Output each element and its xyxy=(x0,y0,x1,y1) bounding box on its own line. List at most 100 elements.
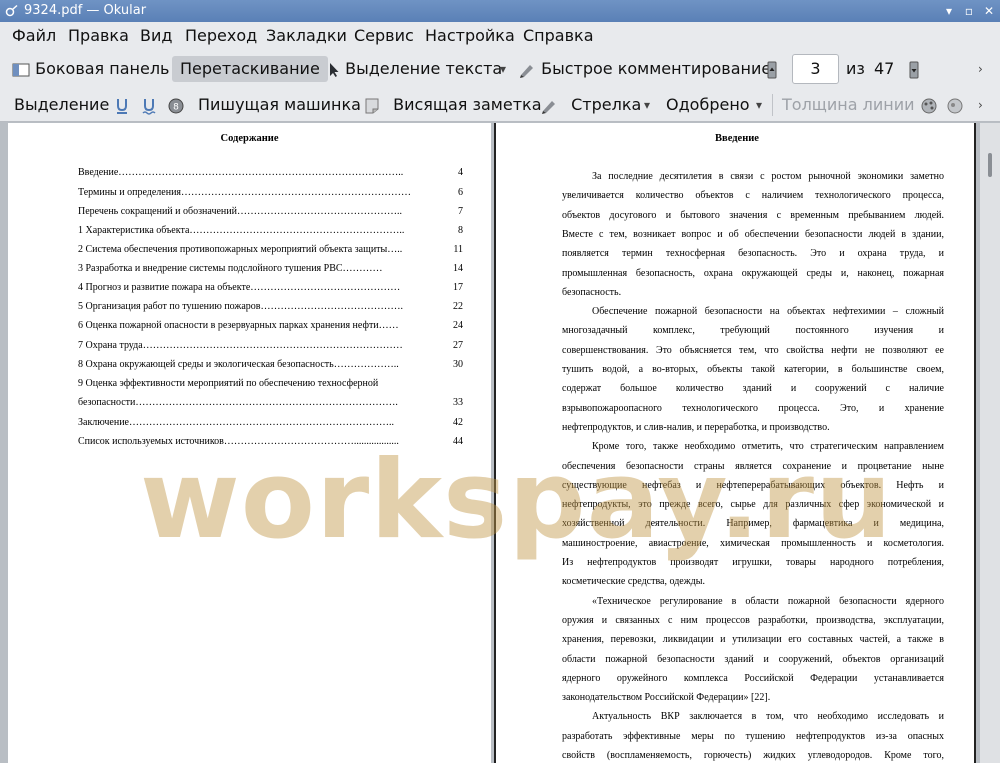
menu-bar: Файл Правка Вид Переход Закладки Сервис … xyxy=(0,22,1000,50)
vertical-scrollbar[interactable] xyxy=(980,123,1000,763)
toc-entry-title: 8 Охрана окружающей среды и экологическа… xyxy=(78,359,399,370)
toolbar-overflow-icon[interactable]: › xyxy=(978,56,983,82)
squiggle-tool-button[interactable] xyxy=(142,92,156,118)
menu-tools[interactable]: Сервис xyxy=(354,26,414,45)
title-bar: 9324.pdf — Okular ▾ ▫ ✕ xyxy=(0,0,1000,22)
text-line: Вместе с тем, возникает вопрос и об обес… xyxy=(562,228,944,240)
opacity-tool-button[interactable] xyxy=(946,92,964,118)
page-number-input[interactable]: 3 xyxy=(792,54,839,84)
menu-edit[interactable]: Правка xyxy=(68,26,129,45)
intro-heading: Введение xyxy=(715,133,759,144)
toc-entry-page: 8 xyxy=(458,225,463,236)
stamp-tool-button[interactable]: 8 xyxy=(167,92,185,118)
quick-comment-button[interactable]: Быстрое комментирование xyxy=(518,56,771,82)
next-page-button[interactable] xyxy=(908,56,920,82)
palette-icon xyxy=(921,98,937,113)
color-tool-button[interactable] xyxy=(920,92,938,118)
stamp-icon: 8 xyxy=(168,98,184,113)
text-line: промышленная безопасность, охрана окружа… xyxy=(562,267,944,279)
text-select-button[interactable]: Выделение текста xyxy=(328,56,502,82)
previous-page-button[interactable] xyxy=(766,56,778,82)
arrow-dropdown-icon[interactable]: ▾ xyxy=(644,92,650,118)
text-line: существующие нефтебаз и нефтеперерабатыв… xyxy=(562,479,944,491)
toc-row: 6 Оценка пожарной опасности в резервуарн… xyxy=(78,319,463,333)
underline-tool-button[interactable] xyxy=(115,92,129,118)
toc-entry-title: безопасности……………………………………………………………………. xyxy=(78,397,398,408)
toc-entry-page: 17 xyxy=(453,282,463,293)
toc-row: 5 Организация работ по тушению пожаров……… xyxy=(78,300,463,314)
previous-page-icon xyxy=(767,61,777,78)
text-line: оружия и связанных с ним процессов разра… xyxy=(562,614,944,626)
page-right: Введение За последние десятилетия в связ… xyxy=(494,123,976,763)
arrow-tool-button[interactable]: Стрелка xyxy=(540,92,641,118)
next-page-icon xyxy=(909,61,919,78)
menu-bookmarks[interactable]: Закладки xyxy=(266,26,347,45)
line-width-button[interactable]: Толщина линии xyxy=(782,92,915,118)
toc-row: Заключение…………………………………………………………………….. 42 xyxy=(78,416,463,430)
sidebar-button[interactable]: Боковая панель xyxy=(12,56,169,82)
page-left: Содержание Введение………………………………………………………… xyxy=(8,123,491,763)
toc-entry-title: 1 Характеристика объекта…………………………………………… xyxy=(78,225,405,236)
text-line: совершенствования. Это объясняется тем, … xyxy=(562,344,944,356)
toc-entry-title: 9 Оценка эффективности мероприятий по об… xyxy=(78,378,379,389)
toc-entry-title: 6 Оценка пожарной опасности в резервуарн… xyxy=(78,320,399,331)
toc-row: Введение………………………………………………………………………….. 4 xyxy=(78,166,463,180)
toc-row: 2 Система обеспечения противопожарных ме… xyxy=(78,243,463,257)
toc-entry-page: 6 xyxy=(458,187,463,198)
menu-help[interactable]: Справка xyxy=(523,26,594,45)
toc-row: 1 Характеристика объекта…………………………………………… xyxy=(78,224,463,238)
text-select-dropdown-icon[interactable]: ▾ xyxy=(500,56,506,82)
toolbar2-overflow-icon[interactable]: › xyxy=(978,92,983,118)
text-line: обеспечения безопасности страны является… xyxy=(562,460,944,472)
pen-icon xyxy=(520,64,533,78)
page-total-label: 47 xyxy=(874,59,895,78)
text-line: хранения, перевозки, ликвидации и утилиз… xyxy=(562,634,944,646)
quick-comment-label: Быстрое комментирование xyxy=(541,59,772,78)
approved-dropdown-icon[interactable]: ▾ xyxy=(756,92,762,118)
toc-entry-page: 33 xyxy=(453,397,463,408)
text-line: Обеспечение пожарной безопасности на объ… xyxy=(592,306,944,318)
selection-tool-button[interactable]: Выделение xyxy=(14,92,109,118)
typewriter-tool-button[interactable]: Пишущая машинка xyxy=(198,92,361,118)
toc-entry-title: 3 Разработка и внедрение системы подслой… xyxy=(78,263,383,274)
underline-icon xyxy=(117,98,127,114)
typewriter-label: Пишущая машинка xyxy=(198,95,361,114)
toc-entry-title: 4 Прогноз и развитие пожара на объекте……… xyxy=(78,282,401,293)
squiggly-underline-icon xyxy=(142,98,156,115)
text-line: области пожарной безопасности зданий и с… xyxy=(562,653,944,665)
text-line: тушить водой, а во-вторых, объекты такой… xyxy=(562,364,944,375)
menu-go[interactable]: Переход xyxy=(185,26,257,45)
menu-settings[interactable]: Настройка xyxy=(425,26,515,45)
text-line: косметические средства, одежды. xyxy=(562,576,705,588)
minimize-icon[interactable]: ▾ xyxy=(942,4,956,18)
okular-app-icon xyxy=(5,4,18,17)
toc-row: 4 Прогноз и развитие пожара на объекте……… xyxy=(78,281,463,295)
toolbar-separator xyxy=(772,94,773,116)
drag-mode-button[interactable]: Перетаскивание xyxy=(172,56,328,82)
document-view[interactable]: Содержание Введение………………………………………………………… xyxy=(0,123,1000,763)
maximize-icon[interactable]: ▫ xyxy=(962,4,976,18)
toc-entry-title: 2 Система обеспечения противопожарных ме… xyxy=(78,244,403,255)
sticky-note-tool-button[interactable]: Висящая заметка xyxy=(364,92,542,118)
toc-entry-title: 7 Охрана труда…………………………………………………………………… xyxy=(78,340,403,351)
text-line: разработать эффективные меры по тушению … xyxy=(562,730,944,742)
text-line: Актуальность ВКР заключается в том, что … xyxy=(592,711,944,723)
toc-row: 3 Разработка и внедрение системы подслой… xyxy=(78,262,463,276)
toc-entry-page: 44 xyxy=(453,436,463,447)
toc-row: Перечень сокращений и обозначений…………………… xyxy=(78,205,463,219)
main-toolbar: Боковая панель Перетаскивание Выделение … xyxy=(0,50,1000,86)
approved-stamp-button[interactable]: Одобрено xyxy=(666,92,750,118)
text-line: нефтепродуктов, и слив-налив, и перерабо… xyxy=(562,421,830,433)
menu-file[interactable]: Файл xyxy=(12,26,56,45)
text-line: законодательством Российской Федерации» … xyxy=(562,692,771,704)
text-select-label: Выделение текста xyxy=(345,59,503,78)
text-line: нефтепродукты, это прежде всего, сырье д… xyxy=(562,499,944,511)
menu-view[interactable]: Вид xyxy=(140,26,172,45)
scrollbar-thumb[interactable] xyxy=(988,153,992,177)
toc-entry-title: Термины и определения…………………………………………………… xyxy=(78,187,412,198)
text-line: За последние десятилетия в связи с росто… xyxy=(592,171,944,182)
toc-entry-page: 22 xyxy=(453,301,463,312)
close-icon[interactable]: ✕ xyxy=(982,4,996,18)
text-line: безопасность. xyxy=(562,286,622,298)
text-line: объектов досугового и бытового значения … xyxy=(562,209,944,221)
